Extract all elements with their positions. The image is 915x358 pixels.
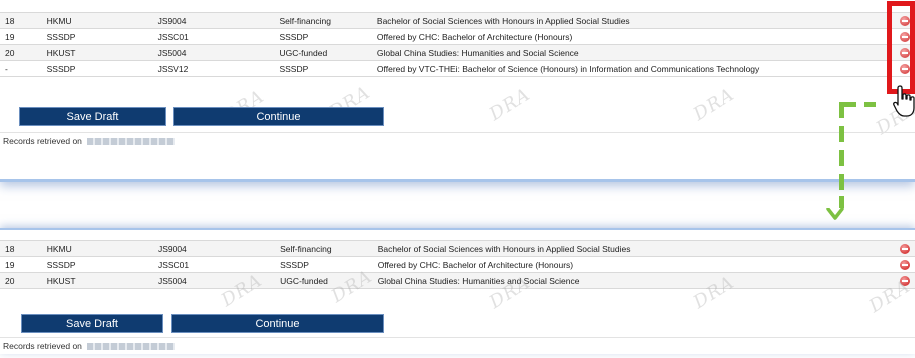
programme-code-cell: JS5004: [152, 272, 276, 289]
programme-name-cell: Bachelor of Social Sciences with Honours…: [372, 240, 896, 257]
flow-arrow-segment: [839, 102, 844, 118]
institution-cell: HKMU: [41, 12, 153, 29]
table-row: 20 HKUST JS5004 UGC-funded Global China …: [0, 44, 915, 61]
institution-cell: SSSDP: [41, 256, 153, 273]
institution-cell: SSSDP: [41, 60, 153, 77]
table-row: 19 SSSDP JSSC01 SSSDP Offered by CHC: Ba…: [0, 28, 915, 45]
flow-arrow-segment: [839, 196, 844, 208]
institution-cell: SSSDP: [41, 28, 153, 45]
programme-name-cell: Global China Studies: Humanities and Soc…: [371, 44, 896, 61]
row-action-cell: [895, 240, 915, 257]
programme-name-cell: Offered by CHC: Bachelor of Architecture…: [372, 256, 896, 273]
redacted-timestamp: [87, 343, 176, 351]
institution-cell: HKUST: [41, 272, 153, 289]
flow-arrow-segment: [864, 102, 876, 107]
row-number: 18: [0, 12, 42, 29]
watermark: DRA: [689, 83, 739, 126]
funding-cell: UGC-funded: [274, 44, 372, 61]
table-row: 20 HKUST JS5004 UGC-funded Global China …: [0, 272, 915, 289]
table-row: 18 HKMU JS9004 Self-financing Bachelor o…: [0, 12, 915, 29]
row-number: 19: [0, 256, 42, 273]
programme-code-cell: JSSC01: [152, 28, 275, 45]
records-retrieved-label: Records retrieved on: [3, 341, 82, 351]
choices-table: 18 HKMU JS9004 Self-financing Bachelor o…: [0, 240, 915, 289]
flow-arrow-segment: [839, 150, 844, 166]
flow-arrow-segment: [839, 174, 844, 190]
dashed-arrow-down-icon: [826, 208, 844, 220]
funding-cell: SSSDP: [274, 28, 372, 45]
divider: [0, 337, 915, 338]
table-row: - SSSDP JSSV12 SSSDP Offered by VTC-THEi…: [0, 60, 915, 77]
redacted-timestamp: [87, 138, 176, 146]
flow-arrow-segment: [842, 102, 856, 107]
programme-code-cell: JSSV12: [152, 60, 275, 77]
remove-column-highlight: [887, 1, 915, 94]
programme-code-cell: JS9004: [152, 240, 276, 257]
row-number: 20: [0, 44, 42, 61]
records-retrieved-label: Records retrieved on: [3, 136, 82, 146]
programme-code-cell: JS5004: [152, 44, 275, 61]
programme-name-cell: Global China Studies: Humanities and Soc…: [372, 272, 896, 289]
remove-icon[interactable]: [900, 243, 911, 254]
funding-cell: SSSDP: [274, 60, 372, 77]
funding-cell: Self-financing: [275, 240, 373, 257]
continue-button[interactable]: Continue: [171, 314, 384, 333]
table-row: 18 HKMU JS9004 Self-financing Bachelor o…: [0, 240, 915, 257]
save-draft-button[interactable]: Save Draft: [21, 314, 163, 333]
row-action-cell: [895, 272, 915, 289]
row-number: 20: [0, 272, 42, 289]
funding-cell: SSSDP: [275, 256, 373, 273]
continue-button[interactable]: Continue: [173, 107, 384, 126]
funding-cell: Self-financing: [274, 12, 372, 29]
choices-panel-before: 18 HKMU JS9004 Self-financing Bachelor o…: [0, 0, 915, 182]
funding-cell: UGC-funded: [275, 272, 373, 289]
flow-arrow-segment: [839, 126, 844, 142]
records-retrieved-text: Records retrieved on: [3, 341, 176, 351]
remove-icon[interactable]: [900, 259, 911, 270]
remove-icon[interactable]: [900, 275, 911, 286]
programme-name-cell: Bachelor of Social Sciences with Honours…: [371, 12, 896, 29]
save-draft-button[interactable]: Save Draft: [19, 107, 166, 126]
records-retrieved-text: Records retrieved on: [3, 136, 176, 146]
programme-code-cell: JS9004: [152, 12, 275, 29]
row-number: 19: [0, 28, 42, 45]
row-action-cell: [895, 256, 915, 273]
institution-cell: HKUST: [41, 44, 153, 61]
row-number: 18: [0, 240, 42, 257]
institution-cell: HKMU: [41, 240, 153, 257]
choices-table: 18 HKMU JS9004 Self-financing Bachelor o…: [0, 12, 915, 77]
choices-panel-after: 18 HKMU JS9004 Self-financing Bachelor o…: [0, 228, 915, 354]
watermark: DRA: [485, 83, 535, 126]
divider: [0, 132, 915, 133]
programme-name-cell: Offered by VTC-THEi: Bachelor of Science…: [371, 60, 896, 77]
table-row: 19 SSSDP JSSC01 SSSDP Offered by CHC: Ba…: [0, 256, 915, 273]
row-number: -: [0, 60, 42, 77]
programme-name-cell: Offered by CHC: Bachelor of Architecture…: [371, 28, 896, 45]
programme-code-cell: JSSC01: [152, 256, 276, 273]
